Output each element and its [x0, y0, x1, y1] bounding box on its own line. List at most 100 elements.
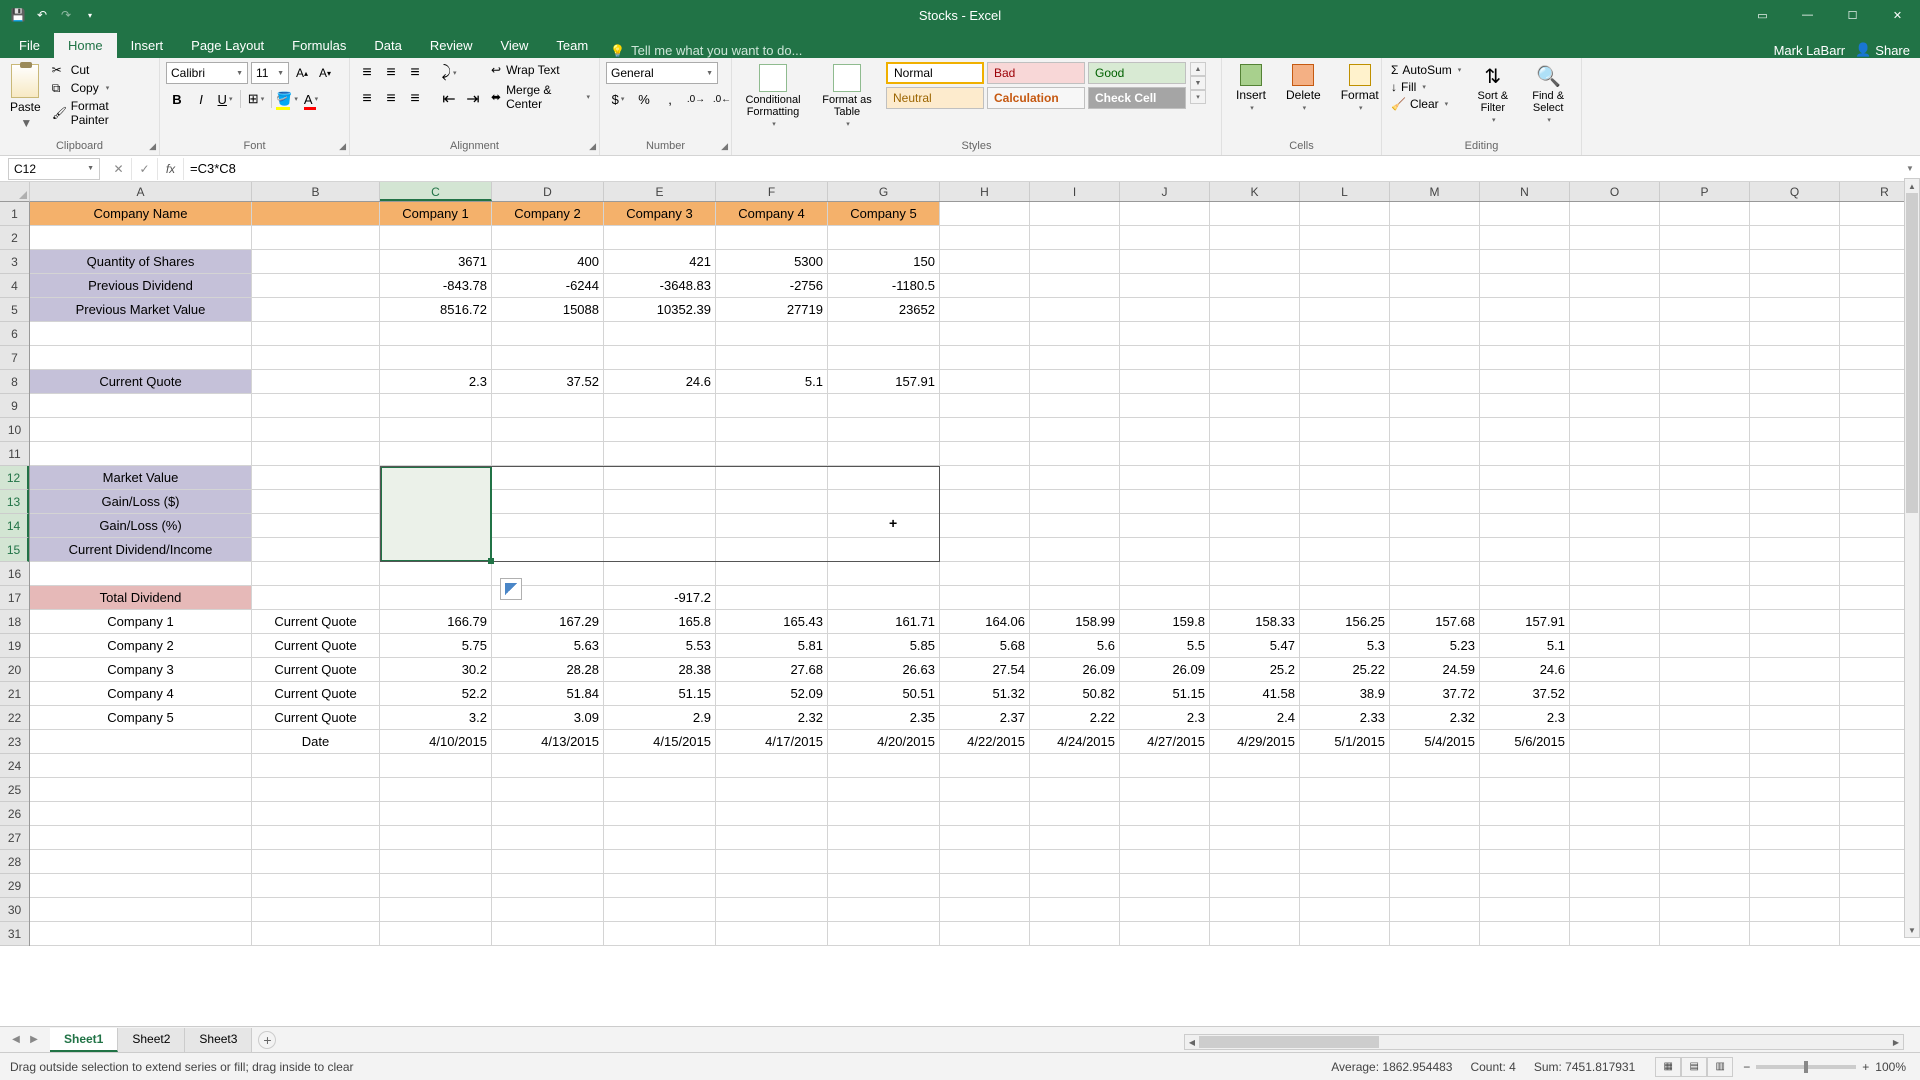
cell[interactable] [1120, 322, 1210, 346]
cell[interactable]: 2.35 [828, 706, 940, 730]
cell[interactable] [1120, 562, 1210, 586]
cell[interactable] [1030, 538, 1120, 562]
cell[interactable] [1030, 802, 1120, 826]
cell[interactable] [604, 802, 716, 826]
cell[interactable] [940, 826, 1030, 850]
cell[interactable] [1750, 442, 1840, 466]
page-layout-view-button[interactable]: ▤ [1681, 1057, 1707, 1077]
cell[interactable] [492, 922, 604, 946]
cell[interactable] [1660, 466, 1750, 490]
cell[interactable] [1030, 442, 1120, 466]
cell[interactable]: Current Quote [252, 682, 380, 706]
cell[interactable]: 23652 [828, 298, 940, 322]
cell[interactable] [1300, 250, 1390, 274]
cell[interactable] [1030, 250, 1120, 274]
cell[interactable] [716, 898, 828, 922]
cell[interactable] [716, 826, 828, 850]
cell[interactable] [1120, 466, 1210, 490]
font-size-select[interactable]: 11▼ [251, 62, 289, 84]
cell[interactable] [1660, 226, 1750, 250]
fill-color-button[interactable]: 🪣▾ [276, 88, 298, 110]
cell[interactable]: 156.25 [1300, 610, 1390, 634]
cell[interactable] [492, 490, 604, 514]
cell[interactable] [1570, 682, 1660, 706]
cell[interactable]: -917.2 [380, 538, 492, 562]
cell[interactable]: Quantity of Shares [30, 250, 252, 274]
format-as-table-button[interactable]: Format as Table▾ [812, 62, 882, 130]
cell[interactable] [1300, 802, 1390, 826]
cell[interactable]: 4/10/2015 [380, 730, 492, 754]
cell[interactable] [1660, 922, 1750, 946]
cell[interactable] [252, 226, 380, 250]
cell[interactable] [380, 898, 492, 922]
enter-formula-button[interactable]: ✓ [132, 158, 158, 180]
cell[interactable] [1750, 394, 1840, 418]
cell[interactable] [1570, 874, 1660, 898]
cell[interactable] [1030, 394, 1120, 418]
column-header[interactable]: G [828, 182, 940, 201]
cell[interactable] [940, 202, 1030, 226]
cell[interactable] [1120, 394, 1210, 418]
zoom-in-button[interactable]: + [1862, 1060, 1869, 1074]
cell[interactable] [1030, 274, 1120, 298]
cell[interactable] [1210, 274, 1300, 298]
cell[interactable] [1480, 226, 1570, 250]
cell[interactable] [604, 394, 716, 418]
cell[interactable] [30, 874, 252, 898]
sheet-tab[interactable]: Sheet3 [185, 1028, 252, 1052]
cell[interactable]: -3648.83 [604, 274, 716, 298]
cell[interactable] [1390, 778, 1480, 802]
cell[interactable] [1750, 658, 1840, 682]
cell[interactable] [828, 586, 940, 610]
row-header[interactable]: 3 [0, 250, 29, 274]
merge-center-button[interactable]: ⬌Merge & Center▾ [488, 82, 593, 112]
cell[interactable]: 2.32 [716, 706, 828, 730]
cell[interactable]: 157.68 [1390, 610, 1480, 634]
style-bad[interactable]: Bad [987, 62, 1085, 84]
cell[interactable]: 25.2 [1210, 658, 1300, 682]
redo-icon[interactable]: ↷ [58, 7, 74, 23]
row-header[interactable]: 23 [0, 730, 29, 754]
delete-cells-button[interactable]: Delete▾ [1278, 62, 1329, 114]
sheet-tab[interactable]: Sheet1 [50, 1028, 118, 1052]
cell[interactable] [1570, 922, 1660, 946]
cell[interactable] [1210, 754, 1300, 778]
cell[interactable] [1750, 802, 1840, 826]
cell[interactable] [1570, 778, 1660, 802]
cell[interactable]: -843.78 [380, 274, 492, 298]
cell[interactable] [1300, 538, 1390, 562]
cell[interactable] [1120, 586, 1210, 610]
cell[interactable]: 41.58 [1210, 682, 1300, 706]
cell[interactable]: 167.29 [492, 610, 604, 634]
cell[interactable]: Total Dividend [30, 586, 252, 610]
cell[interactable]: 3.2 [380, 706, 492, 730]
cell[interactable]: Company 3 [30, 658, 252, 682]
cell[interactable] [1570, 850, 1660, 874]
cell[interactable] [492, 466, 604, 490]
cell[interactable] [1210, 802, 1300, 826]
cell[interactable] [30, 394, 252, 418]
cell[interactable] [940, 274, 1030, 298]
cell[interactable] [1120, 922, 1210, 946]
cell[interactable] [1570, 226, 1660, 250]
cell[interactable] [1030, 850, 1120, 874]
cell[interactable] [1120, 298, 1210, 322]
gallery-more-icon[interactable]: ▾ [1190, 90, 1206, 104]
cell[interactable] [380, 562, 492, 586]
cell[interactable] [252, 202, 380, 226]
cell[interactable] [1750, 778, 1840, 802]
cell[interactable] [1120, 898, 1210, 922]
cell[interactable] [1570, 562, 1660, 586]
row-header[interactable]: 21 [0, 682, 29, 706]
format-cells-button[interactable]: Format▾ [1333, 62, 1387, 114]
cell[interactable]: 27719 [716, 298, 828, 322]
cell[interactable] [380, 874, 492, 898]
cell[interactable] [30, 442, 252, 466]
cell[interactable]: Company 4 [716, 202, 828, 226]
select-all-button[interactable] [0, 182, 30, 202]
cell[interactable]: 50.82 [1030, 682, 1120, 706]
row-header[interactable]: 9 [0, 394, 29, 418]
cell[interactable] [252, 874, 380, 898]
cell[interactable] [1750, 922, 1840, 946]
cell[interactable] [1570, 490, 1660, 514]
